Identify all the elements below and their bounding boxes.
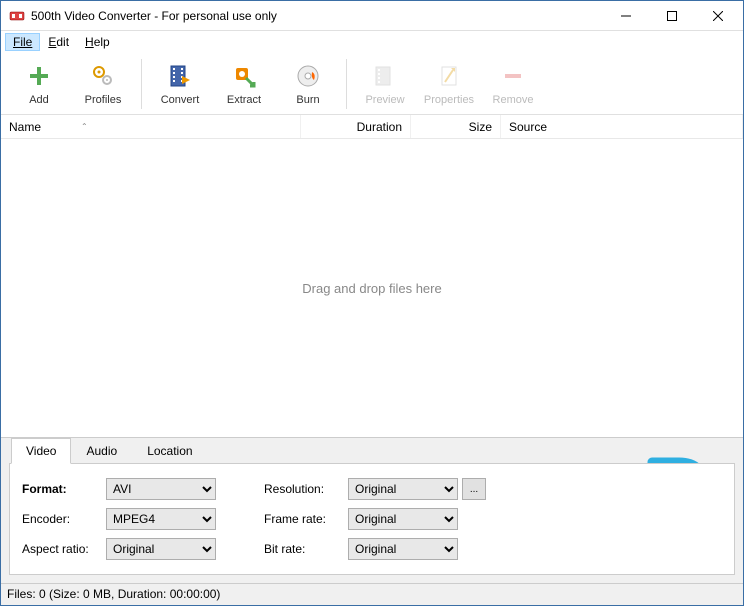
bitrate-label: Bit rate: — [264, 542, 344, 556]
extract-button[interactable]: Extract — [212, 55, 276, 113]
resolution-label: Resolution: — [264, 482, 344, 496]
minus-icon — [499, 62, 527, 90]
burn-button[interactable]: Burn — [276, 55, 340, 113]
maximize-button[interactable] — [649, 1, 695, 31]
convert-button[interactable]: Convert — [148, 55, 212, 113]
window-controls — [603, 1, 741, 31]
tabs: Video Audio Location — [1, 438, 743, 464]
column-duration[interactable]: Duration — [301, 115, 411, 138]
toolbar: Add Profiles Convert Extract Burn Previe… — [1, 53, 743, 115]
tab-content-video: Format: AVI Resolution: Original ... Enc… — [9, 463, 735, 575]
extract-icon — [230, 62, 258, 90]
file-list-dropzone[interactable]: Drag and drop files here — [1, 139, 743, 437]
add-button[interactable]: Add — [7, 55, 71, 113]
encoder-label: Encoder: — [22, 512, 102, 526]
statusbar: Files: 0 (Size: 0 MB, Duration: 00:00:00… — [1, 583, 743, 605]
empty-list-hint: Drag and drop files here — [302, 281, 441, 296]
gears-icon — [89, 62, 117, 90]
menu-help[interactable]: Help — [77, 33, 118, 51]
settings-panel: Video Audio Location Format: AVI Resolut… — [1, 437, 743, 583]
resolution-select[interactable]: Original — [348, 478, 458, 500]
app-icon — [9, 8, 25, 24]
remove-button: Remove — [481, 55, 545, 113]
close-button[interactable] — [695, 1, 741, 31]
separator — [141, 59, 142, 109]
resolution-browse-button[interactable]: ... — [462, 478, 486, 500]
column-name[interactable]: Name⌃ — [1, 115, 301, 138]
framerate-select[interactable]: Original — [348, 508, 458, 530]
titlebar: 500th Video Converter - For personal use… — [1, 1, 743, 31]
preview-icon — [371, 62, 399, 90]
separator — [346, 59, 347, 109]
menu-file[interactable]: File — [5, 33, 40, 51]
format-label: Format: — [22, 482, 102, 496]
properties-button: Properties — [417, 55, 481, 113]
bitrate-select[interactable]: Original — [348, 538, 458, 560]
format-select[interactable]: AVI — [106, 478, 216, 500]
filmstrip-icon — [166, 62, 194, 90]
plus-icon — [25, 62, 53, 90]
preview-button: Preview — [353, 55, 417, 113]
tab-audio[interactable]: Audio — [71, 438, 132, 464]
disc-burn-icon — [294, 62, 322, 90]
aspect-select[interactable]: Original — [106, 538, 216, 560]
profiles-button[interactable]: Profiles — [71, 55, 135, 113]
tab-location[interactable]: Location — [132, 438, 207, 464]
column-source[interactable]: Source — [501, 115, 743, 138]
tab-video[interactable]: Video — [11, 438, 71, 464]
framerate-label: Frame rate: — [264, 512, 344, 526]
window-title: 500th Video Converter - For personal use… — [31, 9, 603, 23]
menubar: File Edit Help — [1, 31, 743, 53]
sort-arrow-icon: ⌃ — [81, 122, 88, 131]
encoder-select[interactable]: MPEG4 — [106, 508, 216, 530]
menu-edit[interactable]: Edit — [40, 33, 77, 51]
app-window: 500th Video Converter - For personal use… — [0, 0, 744, 606]
column-size[interactable]: Size — [411, 115, 501, 138]
aspect-label: Aspect ratio: — [22, 542, 102, 556]
list-header: Name⌃ Duration Size Source — [1, 115, 743, 139]
minimize-button[interactable] — [603, 1, 649, 31]
properties-icon — [435, 62, 463, 90]
